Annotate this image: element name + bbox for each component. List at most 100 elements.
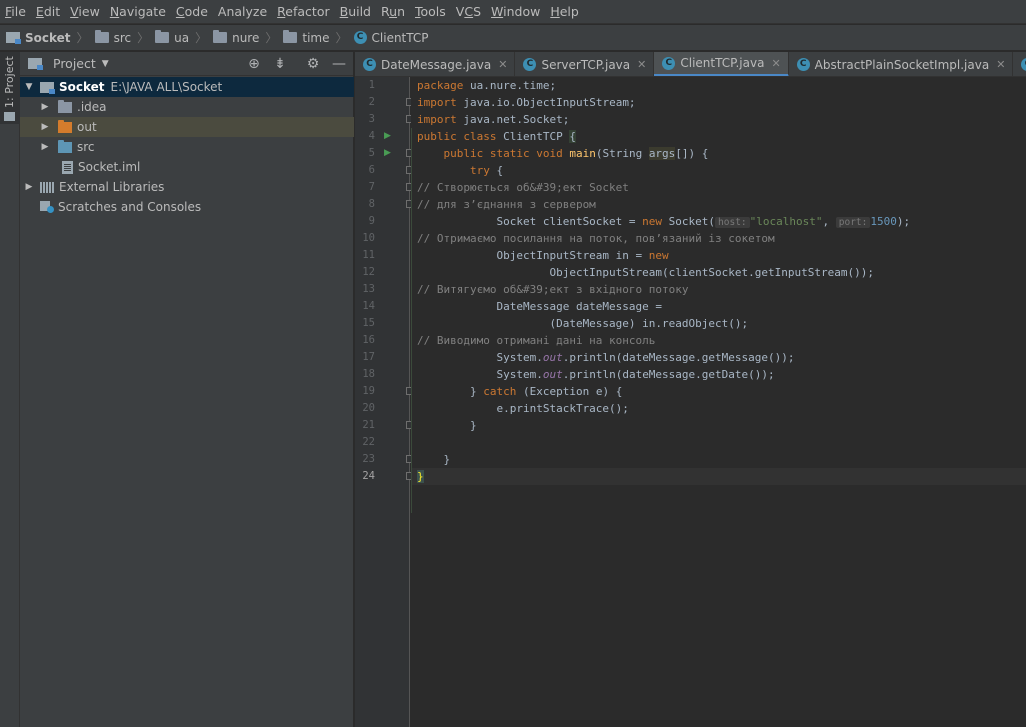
line-number: 19 — [362, 385, 375, 397]
code-comment: // для з’єднання з сервером — [417, 198, 596, 211]
folder-icon — [94, 30, 109, 43]
breadcrumb-nure[interactable]: nure 〉 — [213, 25, 283, 51]
line-number: 4 — [368, 130, 375, 142]
tree-item-socket-iml[interactable]: Socket.iml — [20, 157, 354, 177]
menu-file[interactable]: File — [0, 0, 31, 24]
menu-build[interactable]: Build — [335, 0, 376, 24]
menu-run[interactable]: Run — [376, 0, 410, 24]
library-icon — [40, 181, 55, 193]
expand-arrow-right-icon[interactable]: ▶ — [24, 182, 34, 192]
tab-clienttcp-java[interactable]: C ClientTCP.java ✕ — [654, 52, 789, 76]
tree-item-scratches-label: Scratches and Consoles — [58, 200, 202, 214]
code-line: System.out.println(dateMessage.getDate()… — [417, 368, 775, 381]
tree-item-scratches[interactable]: Scratches and Consoles — [20, 197, 354, 217]
breadcrumb-time-label: time — [302, 30, 330, 45]
code-line: public class ClientTCP { — [417, 130, 576, 143]
code-editor[interactable]: package ua.nure.time; import java.io.Obj… — [411, 77, 1026, 727]
menu-navigate[interactable]: Navigate — [105, 0, 171, 24]
run-icon[interactable]: ▶ — [384, 128, 391, 145]
code-line: try { — [417, 164, 504, 177]
tree-item-ext-libs-label: External Libraries — [59, 180, 165, 194]
chevron-right-icon: 〉 — [76, 31, 89, 45]
line-number: 2 — [368, 96, 375, 108]
menu-window[interactable]: Window — [486, 0, 545, 24]
tab-label: DateMessage.java — [381, 57, 492, 72]
tab-abstractplainsocketimpl-java[interactable]: C AbstractPlainSocketImpl.java ✕ — [789, 52, 1014, 76]
package-icon — [155, 30, 170, 43]
menu-help[interactable]: Help — [545, 0, 584, 24]
breadcrumb-clienttcp[interactable]: C ClientTCP — [353, 25, 429, 51]
close-icon[interactable]: ✕ — [498, 58, 507, 71]
tree-item-root-path: E:\JAVA ALL\Socket — [110, 80, 223, 94]
breadcrumb-src[interactable]: src 〉 — [94, 25, 156, 51]
code-line: e.printStackTrace(); — [417, 402, 629, 415]
tree-item-idea[interactable]: ▶ .idea — [20, 97, 354, 117]
close-icon[interactable]: ✕ — [637, 58, 646, 71]
locate-target-icon[interactable]: ⊕ — [246, 56, 262, 72]
dropdown-arrow-icon[interactable]: ▼ — [102, 59, 109, 69]
scratches-icon — [40, 201, 54, 213]
line-number: 22 — [362, 436, 375, 448]
menu-edit[interactable]: Edit — [31, 0, 65, 24]
menu-refactor[interactable]: Refactor — [272, 0, 334, 24]
tab-servertcp-java[interactable]: C ServerTCP.java ✕ — [515, 52, 655, 76]
menu-view[interactable]: View — [65, 0, 105, 24]
code-line: ObjectInputStream(clientSocket.getInputS… — [417, 266, 874, 279]
class-icon: C — [363, 58, 376, 71]
project-folder-icon — [6, 32, 21, 44]
left-tool-strip: 1: Project — [0, 52, 20, 727]
menu-vcs[interactable]: VCS — [451, 0, 486, 24]
line-number: 21 — [362, 419, 375, 431]
code-line: DateMessage dateMessage = — [417, 300, 663, 313]
menu-code[interactable]: Code — [171, 0, 213, 24]
class-icon: C — [353, 31, 367, 44]
line-number: 14 — [362, 300, 375, 312]
collapse-all-icon[interactable]: ⇟ — [272, 56, 288, 72]
code-line: } — [417, 453, 451, 466]
gear-icon[interactable]: ⚙ — [305, 56, 321, 72]
tree-item-external-libraries[interactable]: ▶ External Libraries — [20, 177, 354, 197]
code-line: package ua.nure.time; — [417, 79, 557, 92]
menu-tools[interactable]: Tools — [410, 0, 451, 24]
breadcrumb-ua-label: ua — [174, 30, 190, 45]
code-line: } — [417, 470, 424, 483]
line-number: 11 — [362, 249, 375, 261]
breadcrumb-project-label: Socket — [25, 30, 71, 45]
project-tool-tab[interactable]: 1: Project — [0, 52, 20, 124]
tree-item-iml-label: Socket.iml — [78, 160, 141, 174]
close-icon[interactable]: ✕ — [771, 57, 780, 70]
iml-file-icon — [62, 160, 73, 174]
code-comment: // Створюється об&#39;ект Socket — [417, 181, 629, 194]
package-icon — [213, 30, 228, 43]
current-line-highlight — [411, 468, 1026, 485]
project-view-selector[interactable]: Project — [53, 56, 96, 71]
folder-icon — [58, 99, 72, 113]
line-number: 13 — [362, 283, 375, 295]
expand-arrow-down-icon[interactable]: ▼ — [24, 82, 34, 92]
line-number: 7 — [368, 181, 375, 193]
close-icon[interactable]: ✕ — [996, 58, 1005, 71]
expand-arrow-right-icon[interactable]: ▶ — [40, 142, 50, 152]
breadcrumb-ua[interactable]: ua 〉 — [155, 25, 213, 51]
tree-item-root-name: Socket — [59, 80, 105, 94]
project-panel-header: Project ▼ ⊕ ⇟ ⚙ — — [20, 52, 353, 76]
expand-arrow-right-icon[interactable]: ▶ — [40, 102, 50, 112]
tree-item-src[interactable]: ▶ src — [20, 137, 354, 157]
breadcrumb-project[interactable]: Socket 〉 — [6, 25, 95, 51]
code-line: } catch (Exception e) { — [417, 385, 623, 398]
tab-datemessage-java[interactable]: C DateMessage.java ✕ — [355, 52, 516, 76]
line-number: 12 — [362, 266, 375, 278]
breadcrumb-time[interactable]: time 〉 — [283, 25, 353, 51]
tab-label: AbstractPlainSocketImpl.java — [814, 57, 990, 72]
run-icon[interactable]: ▶ — [384, 145, 391, 162]
class-icon: C — [523, 58, 537, 71]
tree-item-out[interactable]: ▶ out — [20, 117, 354, 137]
tab-plainsoc[interactable]: CPlainSoc — [1013, 52, 1026, 76]
breadcrumb-nure-label: nure — [232, 30, 260, 45]
chevron-right-icon: 〉 — [137, 31, 150, 45]
tree-item-socket-root[interactable]: ▼ Socket E:\JAVA ALL\Socket — [20, 77, 354, 97]
minimize-icon[interactable]: — — [331, 56, 347, 72]
expand-arrow-right-icon[interactable]: ▶ — [40, 122, 50, 132]
menu-analyze[interactable]: Analyze — [213, 0, 272, 24]
line-number: 6 — [368, 164, 375, 176]
